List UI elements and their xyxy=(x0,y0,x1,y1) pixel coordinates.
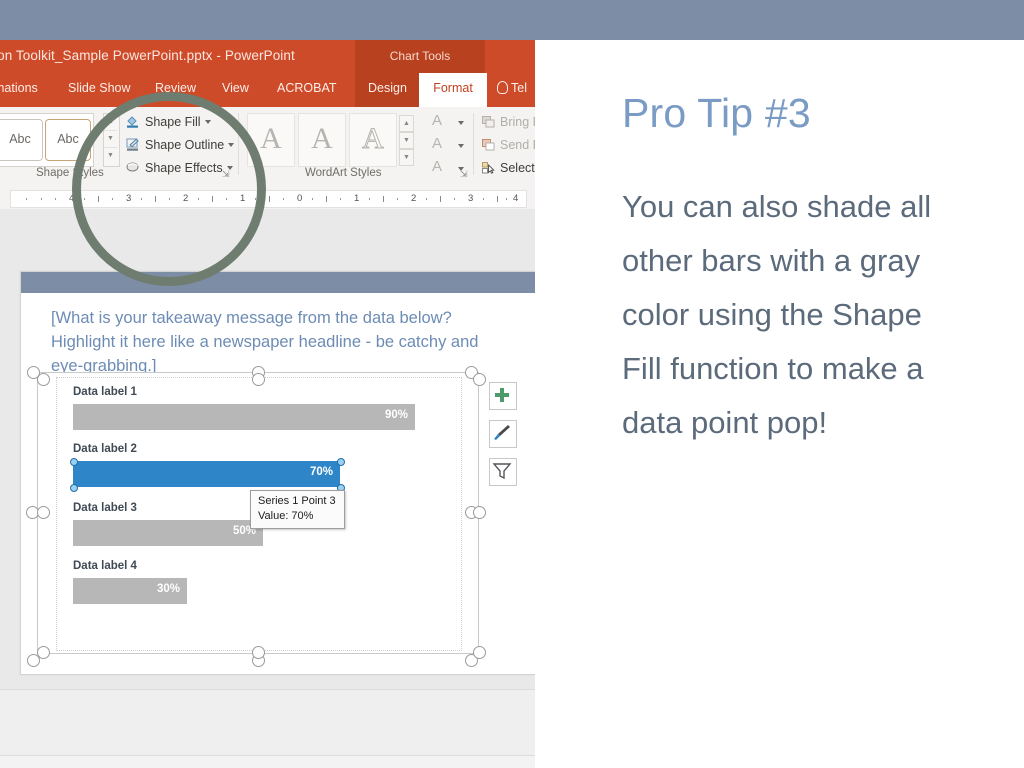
wordart-styles-group-label: WordArt Styles xyxy=(305,167,382,179)
text-fill-icon[interactable]: A xyxy=(432,112,442,129)
window-title: ion Toolkit_Sample PowerPoint.pptx - Pow… xyxy=(0,48,295,63)
chart-filters-button[interactable] xyxy=(489,458,517,486)
paintbrush-icon xyxy=(494,425,510,440)
chart-tools-text: Chart Tools xyxy=(389,49,451,63)
tell-me-label: Tel xyxy=(511,81,527,95)
tooltip-line-1: Series 1 Point 3 xyxy=(258,495,336,507)
bring-forward-label: Bring F xyxy=(500,115,535,129)
chart-handle-top-left[interactable] xyxy=(37,373,50,386)
bring-forward-button[interactable]: Bring F xyxy=(482,115,535,129)
wordart-thumb-3-label: A xyxy=(362,122,385,156)
wordart-thumb-2-label: A xyxy=(311,122,333,155)
bar-label-4: Data label 4 xyxy=(73,560,137,572)
selection-pane-button[interactable]: Selectio xyxy=(482,161,535,175)
bar-4-value: 30% xyxy=(156,583,180,595)
shape-style-thumb-1[interactable]: Abc xyxy=(0,119,43,161)
bar-2[interactable]: 70% xyxy=(73,461,340,487)
powerpoint-screenshot: ion Toolkit_Sample PowerPoint.pptx - Pow… xyxy=(0,40,535,768)
selection-pane-label: Selectio xyxy=(500,161,535,175)
ruler-tick-2R: 2 xyxy=(411,193,417,204)
chart-object[interactable]: Data label 1 90% Data label 2 70% Data l… xyxy=(37,372,479,654)
annotation-circle xyxy=(72,92,266,286)
lightbulb-icon xyxy=(497,81,508,94)
tip-body-text: You can also shade all other bars with a… xyxy=(622,189,932,440)
wordart-scroll-up-icon[interactable]: ▲ xyxy=(399,115,414,132)
ruler-tick-0: 0 xyxy=(297,193,303,204)
selection-pane-icon xyxy=(482,162,495,174)
tell-me-search[interactable]: Tel xyxy=(497,81,527,95)
bar-1-value: 90% xyxy=(384,409,408,421)
text-outline-icon[interactable]: A xyxy=(432,135,442,152)
bring-forward-icon xyxy=(482,116,495,128)
wordart-thumb-2[interactable]: A xyxy=(298,113,346,167)
bar-1[interactable]: 90% xyxy=(73,404,415,430)
text-fill-caret-icon[interactable] xyxy=(458,121,464,125)
wordart-thumb-3[interactable]: A xyxy=(349,113,397,167)
slide-top-band xyxy=(21,272,535,293)
tab-format-label: Format xyxy=(433,81,473,95)
slide-surface[interactable]: [What is your takeaway message from the … xyxy=(20,271,535,675)
chart-handle-right-middle[interactable] xyxy=(473,506,486,519)
slide-canvas: [What is your takeaway message from the … xyxy=(0,209,535,689)
tab-view[interactable]: View xyxy=(222,81,249,95)
series-handle-bl[interactable] xyxy=(70,484,78,492)
text-outline-caret-icon[interactable] xyxy=(458,144,464,148)
bar-3[interactable]: 50% xyxy=(73,520,263,546)
tab-format[interactable]: Format xyxy=(419,73,487,107)
bar-label-2: Data label 2 xyxy=(73,443,137,455)
send-backward-icon xyxy=(482,139,495,151)
chart-elements-button[interactable] xyxy=(489,382,517,410)
ruler-tick-3R: 3 xyxy=(468,193,474,204)
title-bar: ion Toolkit_Sample PowerPoint.pptx - Pow… xyxy=(0,40,535,73)
tab-slide-show[interactable]: Slide Show xyxy=(68,81,131,95)
top-background-band xyxy=(0,0,1024,40)
ruler-tick-1R: 1 xyxy=(354,193,360,204)
bar-label-3: Data label 3 xyxy=(73,502,137,514)
send-backward-button[interactable]: Send B xyxy=(482,138,535,152)
bar-2-value: 70% xyxy=(309,466,333,478)
wordart-dialog-launcher[interactable]: ⇲ xyxy=(460,169,471,180)
series-handle-tl[interactable] xyxy=(70,458,78,466)
shape-style-thumb-1-label: Abc xyxy=(9,132,31,146)
chart-styles-button[interactable] xyxy=(489,420,517,448)
chart-handle-bottom-center[interactable] xyxy=(252,646,265,659)
funnel-icon xyxy=(492,463,512,480)
chart-handle-top-right[interactable] xyxy=(473,373,486,386)
series-handle-tr[interactable] xyxy=(337,458,345,466)
tab-acrobat[interactable]: ACROBAT xyxy=(277,81,337,95)
text-effects-icon[interactable]: A xyxy=(432,158,442,175)
tooltip-line-2: Value: 70% xyxy=(258,510,314,522)
chart-handle-left-middle[interactable] xyxy=(37,506,50,519)
tab-animations[interactable]: mations xyxy=(0,81,38,95)
chart-handle-top-center[interactable] xyxy=(252,373,265,386)
data-point-tooltip: Series 1 Point 3 Value: 70% xyxy=(250,490,345,529)
tip-panel: Pro Tip #3 You can also shade all other … xyxy=(560,40,1024,768)
bar-label-1: Data label 1 xyxy=(73,386,137,398)
wordart-more-icon[interactable]: ▼ xyxy=(399,149,414,166)
chart-handle-bottom-left[interactable] xyxy=(37,646,50,659)
chart-handle-bottom-right[interactable] xyxy=(473,646,486,659)
ruler-tick-4R: 4 xyxy=(513,193,519,204)
status-bar xyxy=(0,755,535,768)
group-separator-2 xyxy=(473,113,474,175)
screen-root: ion Toolkit_Sample PowerPoint.pptx - Pow… xyxy=(0,0,1024,768)
page-title: Pro Tip #3 xyxy=(622,90,811,136)
slide-headline-placeholder[interactable]: [What is your takeaway message from the … xyxy=(51,306,511,378)
bar-4[interactable]: 30% xyxy=(73,578,187,604)
tab-design[interactable]: Design xyxy=(368,81,407,95)
ribbon-tab-strip: mations Slide Show Review View ACROBAT D… xyxy=(0,73,535,107)
contextual-tools-label: Chart Tools xyxy=(355,40,485,73)
send-backward-label: Send B xyxy=(500,138,535,152)
wordart-scroll-down-icon[interactable]: ▼ xyxy=(399,132,414,149)
plus-icon xyxy=(495,388,509,402)
